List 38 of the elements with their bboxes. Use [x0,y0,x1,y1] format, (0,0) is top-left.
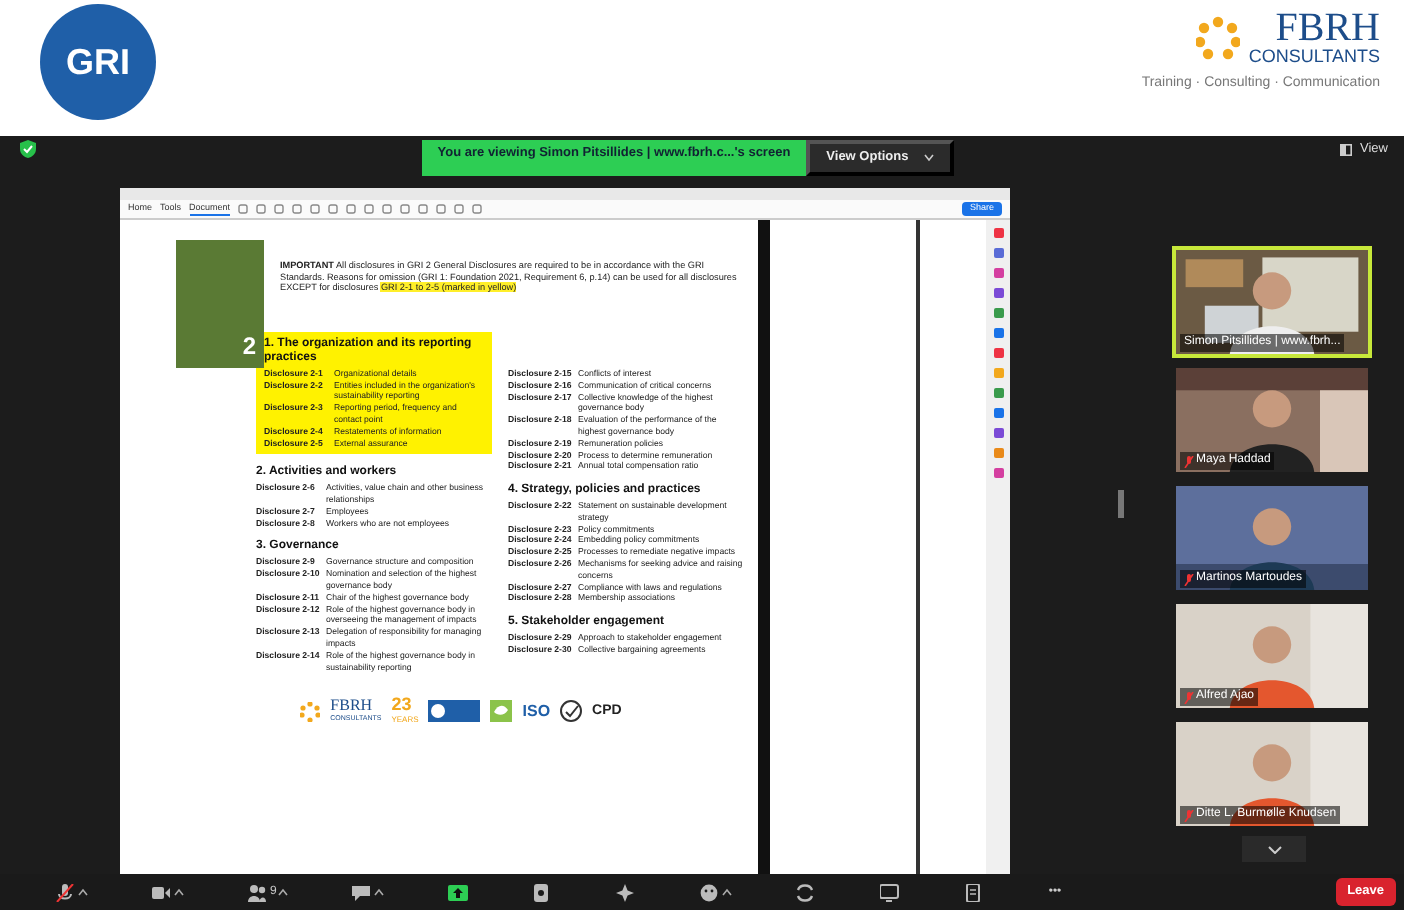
toolbar-button[interactable] [964,883,985,901]
shield-icon [20,140,36,158]
toolbar-button[interactable] [448,883,469,901]
cover-number: 2 [242,330,256,364]
share-screen-icon [448,883,469,901]
toolbar-button[interactable] [616,883,637,901]
dots-logo-icon [300,701,321,722]
dots-logo-icon [1196,15,1241,59]
toolbar-button[interactable] [152,883,184,901]
scroll-down-button[interactable] [1242,836,1306,862]
smiley-icon [700,883,721,901]
toolbar-button[interactable] [56,883,88,901]
years-number: 23 [391,696,414,715]
layout-icon [1340,143,1353,156]
scroll-handle[interactable] [1118,490,1124,518]
toolbar-button[interactable] [352,883,385,901]
toolbar-button[interactable] [532,883,553,901]
chat-icon [352,883,373,901]
seal-icon [560,700,583,723]
toolbar-button[interactable] [796,883,817,901]
sparkle-icon [616,883,637,901]
footer-brand: FBRH [330,698,375,715]
document-icon [532,883,553,901]
partner-badge-icon [428,700,481,723]
chevron-down-icon [1267,845,1281,853]
caret-icon [924,153,935,162]
brand-name: FBRH [1275,8,1380,48]
people-icon [248,883,268,901]
gri-logo: GRI [40,4,156,120]
toolbar-button[interactable] [880,883,901,901]
iso-label: ISO [522,699,551,724]
leaf-badge-icon [490,700,513,723]
camera-icon [152,883,172,901]
toolbar-button[interactable] [700,883,733,901]
monitor-icon [880,883,901,901]
brand-subtitle: CONSULTANTS [1248,48,1380,66]
notes-icon [964,883,985,901]
refresh-icon [796,883,817,901]
